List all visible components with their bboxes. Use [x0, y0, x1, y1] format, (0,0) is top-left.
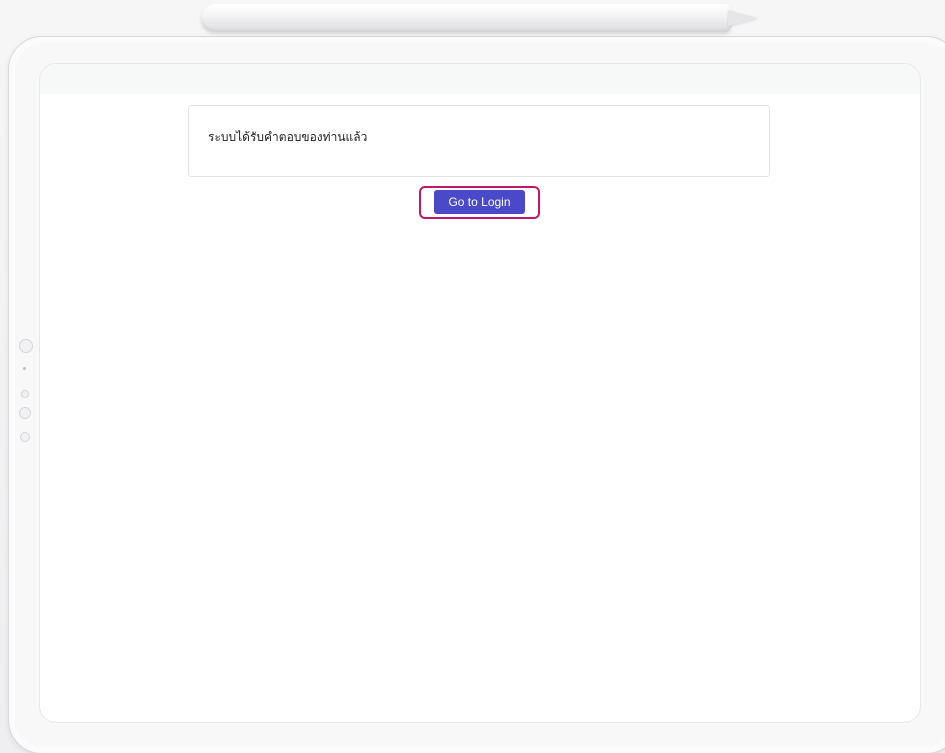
top-bar: [40, 64, 920, 94]
microphone-icon: [21, 390, 29, 398]
go-to-login-button[interactable]: Go to Login: [434, 190, 525, 214]
stylus-pencil: [201, 4, 731, 32]
confirmation-message: ระบบได้รับคำตอบของท่านแล้ว: [208, 130, 368, 144]
message-card: ระบบได้รับคำตอบของท่านแล้ว: [188, 105, 770, 177]
device-backdrop: ระบบได้รับคำตอบของท่านแล้ว Go to Login: [0, 0, 945, 753]
stylus-tip: [728, 10, 758, 26]
app-screen: ระบบได้รับคำตอบของท่านแล้ว Go to Login: [40, 64, 920, 722]
sensor-icon: [20, 432, 30, 442]
sensor-dot: [23, 367, 26, 370]
flash-icon: [19, 407, 31, 419]
camera-lens-icon: [19, 339, 33, 353]
